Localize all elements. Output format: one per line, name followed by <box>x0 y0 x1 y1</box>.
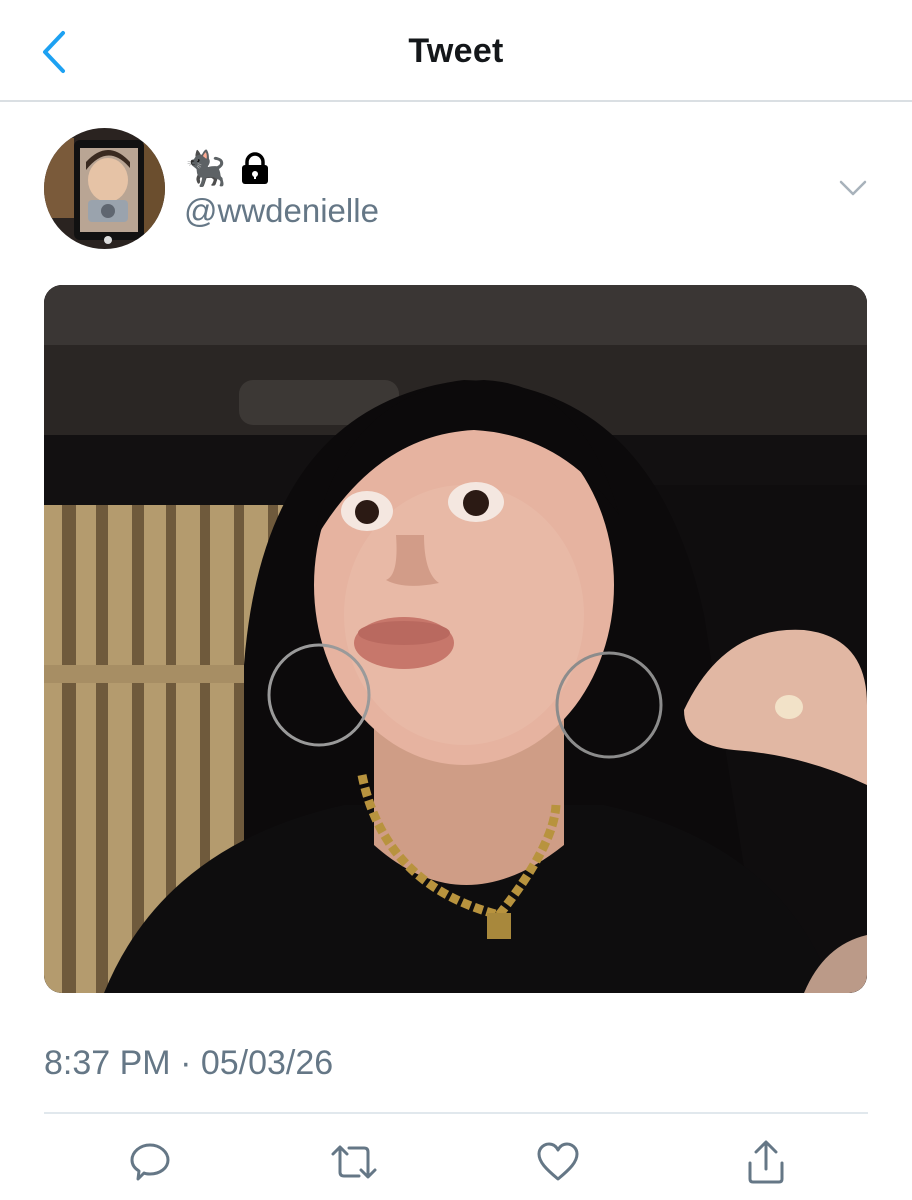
tweet-detail-page: Tweet 🐈‍⬛ @wwdenielle <box>0 0 912 1200</box>
retweet-button[interactable] <box>328 1136 380 1188</box>
avatar[interactable] <box>44 128 165 249</box>
author-display-name[interactable]: 🐈‍⬛ <box>184 147 226 191</box>
share-icon <box>748 1140 784 1184</box>
media-photo <box>44 285 867 993</box>
author-handle[interactable]: @wwdenielle <box>184 192 379 230</box>
speech-bubble-icon <box>130 1143 170 1181</box>
avatar-image <box>44 128 165 249</box>
lock-icon <box>242 152 269 184</box>
more-options-button[interactable] <box>836 174 870 202</box>
author-name-row: 🐈‍⬛ <box>184 146 270 192</box>
divider <box>44 1112 868 1114</box>
heart-icon <box>537 1142 579 1181</box>
retweet-icon <box>331 1145 377 1179</box>
page-title: Tweet <box>408 32 504 70</box>
tweet-timestamp: 8:37 PM · 05/03/26 <box>44 1044 334 1082</box>
tweet-media-image[interactable] <box>44 285 867 993</box>
like-button[interactable] <box>532 1136 584 1188</box>
reply-button[interactable] <box>124 1136 176 1188</box>
share-button[interactable] <box>740 1136 792 1188</box>
top-navigation-bar: Tweet <box>0 0 912 102</box>
chevron-down-icon <box>839 180 867 196</box>
